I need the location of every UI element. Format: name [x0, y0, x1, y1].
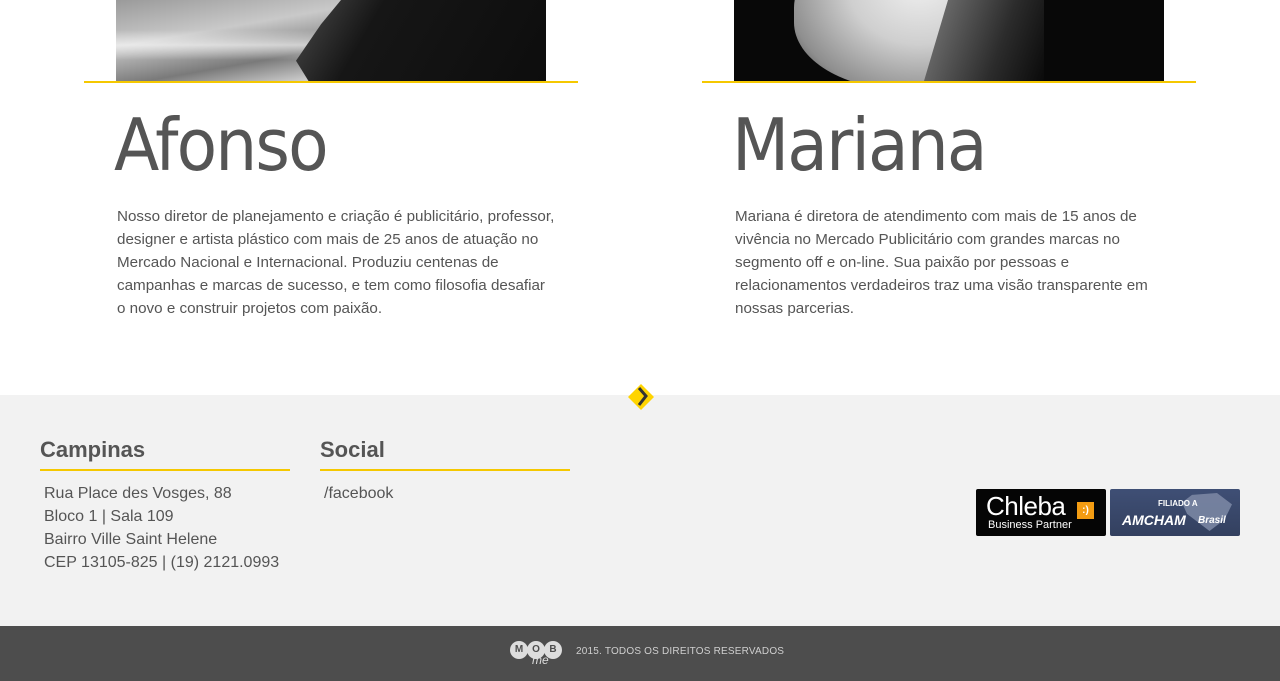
member-bio: Nosso diretor de planejamento e criação …: [117, 208, 555, 317]
badge-title: AMCHAM: [1122, 512, 1186, 528]
footer-social: Social /facebook: [320, 437, 570, 505]
chleba-partner-badge[interactable]: Chleba :) Business Partner: [976, 489, 1106, 536]
address-line: Rua Place des Vosges, 88: [44, 485, 232, 502]
badge-country: Brasil: [1198, 515, 1226, 526]
accent-rule: [320, 469, 570, 471]
copyright-text: 2015. TODOS OS DIREITOS RESERVADOS: [576, 646, 785, 657]
logo-suffix: me: [532, 653, 549, 667]
footer-heading: Campinas: [40, 437, 146, 462]
accent-rule: [702, 81, 1196, 83]
address-line: Bloco 1 | Sala 109: [44, 508, 174, 525]
accent-rule: [84, 81, 578, 83]
member-name: Afonso: [114, 103, 329, 187]
badge-top: FILIADO A: [1158, 499, 1198, 508]
accent-rule: [40, 469, 290, 471]
member-photo: [734, 0, 1164, 81]
team-member-mariana: Mariana Mariana é diretora de atendiment…: [702, 0, 1196, 395]
badge-title: Chleba: [986, 491, 1066, 521]
member-bio: Mariana é diretora de atendimento com ma…: [735, 208, 1148, 317]
amcham-badge[interactable]: FILIADO A AMCHAM Brasil: [1110, 489, 1240, 536]
team-member-afonso: Afonso Nosso diretor de planejamento e c…: [84, 0, 578, 395]
address-line: CEP 13105-825 | (19) 2121.0993: [44, 554, 280, 571]
footer-campinas: Campinas Rua Place des Vosges, 88 Bloco …: [40, 437, 290, 574]
facebook-link[interactable]: /facebook: [324, 482, 570, 505]
footer-heading: Social: [320, 437, 385, 462]
smile-icon: :): [1077, 502, 1094, 519]
team-section: Afonso Nosso diretor de planejamento e c…: [0, 0, 1280, 395]
mobme-logo[interactable]: M O B me: [510, 641, 564, 667]
logo-letter: M: [510, 641, 528, 659]
member-name: Mariana: [732, 103, 988, 187]
badge-subtitle: Business Partner: [988, 519, 1072, 531]
chevron-right-icon[interactable]: [628, 384, 654, 410]
address-line: Bairro Ville Saint Helene: [44, 531, 218, 548]
member-photo: [116, 0, 546, 81]
